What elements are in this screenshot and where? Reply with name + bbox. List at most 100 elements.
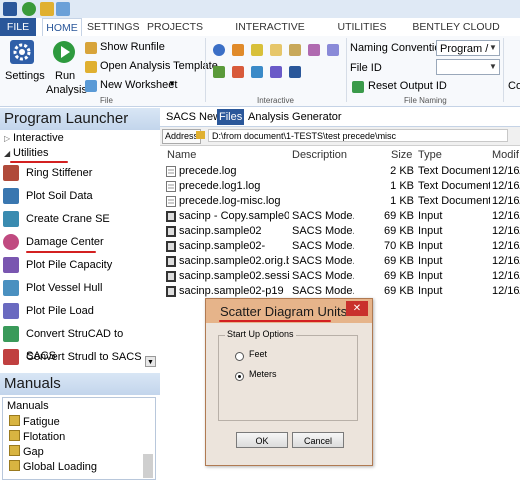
program-icon-8[interactable] [213,66,225,78]
program-icon-9[interactable] [232,66,244,78]
open-analysis-template-button[interactable]: Open Analysis Template [100,60,218,72]
book-icon [9,430,20,441]
run-analysis-button[interactable]: Run Analysis [46,38,87,96]
book-icon [9,415,20,426]
file-size: 1 KB [390,195,414,207]
tab-utilities[interactable]: UTILITIES [335,18,389,36]
feet-label: Feet [249,349,268,359]
launch-item-create-crane-se[interactable]: Create Crane SE [0,208,145,230]
manual-item-flotation[interactable]: Flotation [9,430,65,445]
program-icon-4[interactable] [270,44,282,56]
file-modified: 12/16/ [492,180,520,192]
file-row[interactable]: sacinp - Copy.sample02 SACS Mode... 69 K… [160,209,520,224]
manual-item-fatigue[interactable]: Fatigue [9,415,60,430]
file-row[interactable]: precede.log 2 KB Text Document 12/16/ [160,164,520,179]
sacs-model-file-icon [166,226,176,237]
file-row[interactable]: sacinp.sample02 SACS Mode... 69 KB Input… [160,224,520,239]
file-type: Input [418,225,443,237]
show-runfile-button[interactable]: Show Runfile [100,41,165,53]
file-row[interactable]: precede.log-misc.log 1 KB Text Document … [160,194,520,209]
file-name: sacinp.sample02.orig.bak [179,255,289,267]
feet-radio[interactable] [235,352,244,361]
tree-item-utilities[interactable]: ◢ Utilities [0,146,158,161]
manuals-tree: Manuals Fatigue Flotation Gap Global Loa… [2,397,156,480]
program-icon-6[interactable] [308,44,320,56]
program-icon-12[interactable] [289,66,301,78]
ok-button[interactable]: OK [236,432,288,448]
scroll-down-icon[interactable]: ▼ [145,356,156,367]
document-tab-bar: SACS News Files Analysis Generator [160,108,520,127]
sacs-model-file-icon [166,286,176,297]
program-icon-1[interactable] [213,44,225,56]
column-header-modified[interactable]: Modif [492,149,519,161]
program-launcher-panel: Program Launcher ▷ Interactive ◢ Utiliti… [0,108,161,373]
program-icon-10[interactable] [251,66,263,78]
manual-item-global-loading[interactable]: Global Loading [9,460,97,475]
tab-bentley-cloud-services[interactable]: BENTLEY CLOUD SERVICES [392,18,520,51]
new-worksheet-button[interactable]: New Worksheet [100,79,177,91]
launch-item-label: Create Crane SE [26,213,110,225]
manual-item-label: Gap [23,446,44,458]
column-header-type[interactable]: Type [418,149,442,161]
file-row[interactable]: precede.log1.log 1 KB Text Document 12/1… [160,179,520,194]
manual-item-gap[interactable]: Gap [9,445,44,460]
file-id-select[interactable]: ▼ [436,59,500,75]
program-icon-5[interactable] [289,44,301,56]
damage-center-icon [3,234,19,250]
manuals-scrollbar[interactable] [143,454,153,478]
column-header-size[interactable]: Size [391,149,412,161]
file-modified: 12/16/ [492,195,520,207]
meters-radio[interactable] [235,372,244,381]
naming-convention-select[interactable]: Program / Fi ▼ [436,40,500,71]
folder-icon[interactable] [40,2,54,16]
file-row[interactable]: sacinp.sample02- SACS Mode... 70 KB Inpu… [160,239,520,254]
address-path-input[interactable]: D:\from document\1-TESTS\test precede\mi… [208,129,508,142]
file-modified: 12/16/ [492,285,520,297]
tab-projects[interactable]: PROJECTS [146,18,204,36]
file-size: 69 KB [384,270,414,282]
launch-item-convert-strucad[interactable]: Convert StruCAD to SACS [0,323,145,362]
column-header-name[interactable]: Name [167,149,196,161]
run-label: Run [55,70,76,82]
tab-file[interactable]: FILE [0,18,36,36]
tab-analysis-generator[interactable]: Analysis Generator [246,109,344,125]
close-icon[interactable]: ✕ [346,301,368,316]
file-type: Input [418,255,443,267]
tree-item-interactive[interactable]: ▷ Interactive [0,131,158,146]
program-icon-3[interactable] [251,44,263,56]
file-row[interactable]: sacinp.sample02.orig.bak SACS Mode... 69… [160,254,520,269]
launch-item-ring-stiffener[interactable]: Ring Stiffener [0,162,145,184]
program-icon-11[interactable] [270,66,282,78]
annotation-underline [219,320,331,322]
chevron-down-icon[interactable]: ▼ [168,79,176,88]
file-description: SACS Mode... [292,255,354,267]
file-row[interactable]: sacinp.sample02.session.... SACS Mode...… [160,269,520,284]
file-description: SACS Mode... [292,240,354,252]
file-type: Text Document [418,180,490,192]
tab-settings[interactable]: SETTINGS [87,18,140,36]
launch-item-plot-vessel-hull[interactable]: Plot Vessel Hull [0,277,145,299]
save-icon[interactable] [56,2,70,16]
launch-item-plot-pile-capacity[interactable]: Plot Pile Capacity [0,254,145,276]
reset-output-id-button[interactable]: Reset Output ID [368,80,447,92]
tab-home[interactable]: HOME [42,18,82,37]
file-row[interactable]: sacinp.sample02-p19 SACS Mode... 69 KB I… [160,284,520,299]
cancel-button[interactable]: Cancel [292,432,344,448]
launch-item-plot-pile-load[interactable]: Plot Pile Load [0,300,145,322]
file-name: sacinp.sample02-p19 [179,285,284,297]
chevron-down-icon: ◢ [4,149,11,158]
sacs-model-file-icon [166,271,176,282]
column-header-description[interactable]: Description [292,149,347,161]
program-icon-7[interactable] [327,44,339,56]
settings-button[interactable]: Settings [2,38,45,88]
tab-files[interactable]: Files [217,109,245,125]
program-icon-2[interactable] [232,44,244,56]
launch-item-damage-center[interactable]: Damage Center [0,231,145,253]
run-icon[interactable] [22,2,36,16]
reset-icon [352,81,364,93]
app-logo-icon[interactable] [3,2,17,16]
tab-interactive-programs[interactable]: INTERACTIVE PROGRAMS [208,18,332,51]
launch-item-plot-soil-data[interactable]: Plot Soil Data [0,185,145,207]
launch-item-convert-strudl[interactable]: Convert Strudl to SACS [0,346,145,368]
chevron-down-icon: ▼ [489,43,497,52]
